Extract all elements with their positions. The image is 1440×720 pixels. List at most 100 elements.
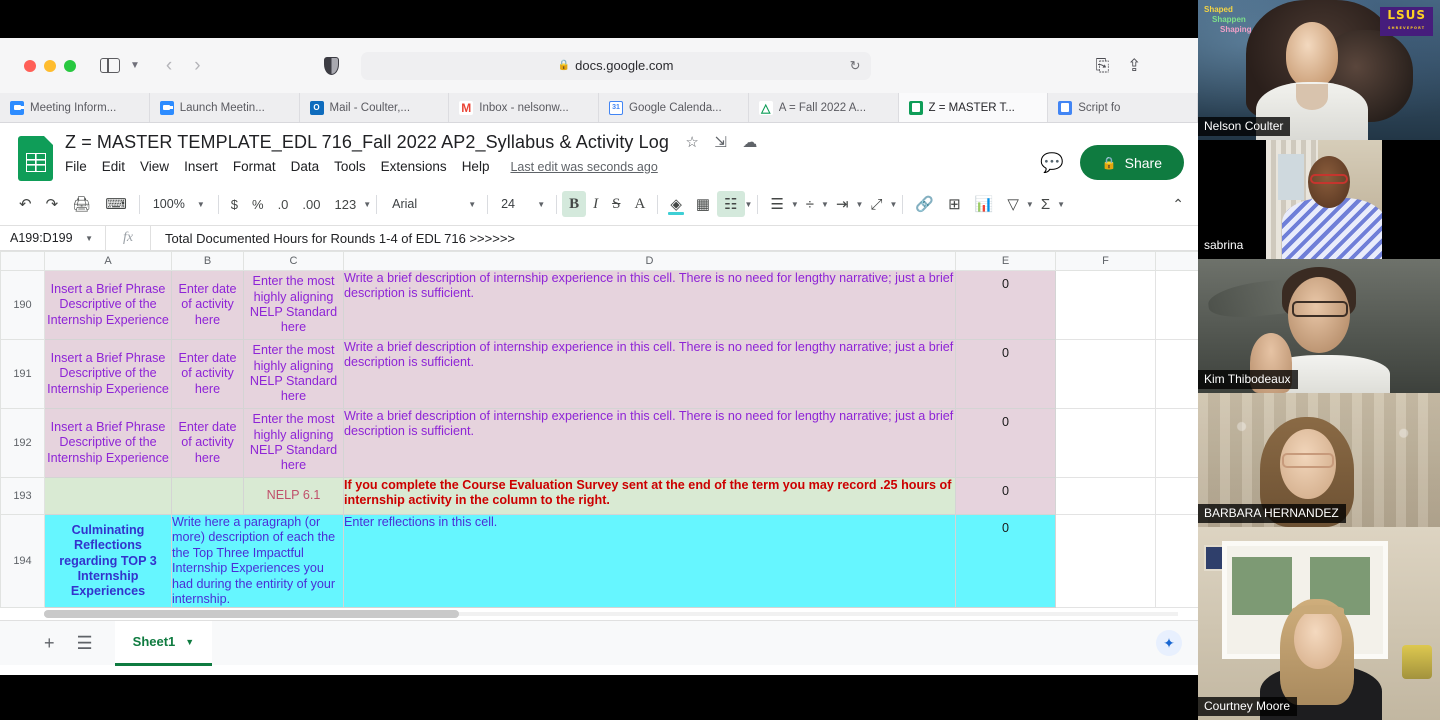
cell-g193[interactable] <box>1155 477 1198 515</box>
font-size-selector[interactable]: 24 ▼ <box>493 197 551 211</box>
merge-cells-icon[interactable]: ☷ <box>717 191 745 217</box>
select-all-corner[interactable] <box>0 251 45 271</box>
cell-f190[interactable] <box>1055 270 1156 340</box>
scrollbar-thumb[interactable] <box>44 610 459 619</box>
minimize-window-button[interactable] <box>44 59 56 72</box>
menu-insert[interactable]: Insert <box>184 159 218 174</box>
increase-decimal-button[interactable]: .00 <box>295 191 327 217</box>
borders-icon[interactable]: ▦ <box>689 191 717 217</box>
insert-chart-icon[interactable]: 📊 <box>968 191 1001 217</box>
functions-icon[interactable]: Σ <box>1034 191 1057 217</box>
filter-icon[interactable]: ▽ <box>1000 191 1026 217</box>
video-tile-nelson-coulter[interactable]: Shaped Shappen Shaping LSUS SHREVEPORT N… <box>1198 0 1440 140</box>
percent-format-button[interactable]: % <box>245 191 271 217</box>
more-formats-button[interactable]: 123 <box>327 191 363 217</box>
italic-button[interactable]: I <box>586 191 605 217</box>
cell-f194[interactable] <box>1055 513 1156 609</box>
text-rotation-icon[interactable]: ⤢ <box>863 191 889 217</box>
chevron-down-icon[interactable]: ▼ <box>856 200 864 209</box>
cell-d193[interactable]: If you complete the Course Evaluation Su… <box>343 477 956 515</box>
cell-f193[interactable] <box>1055 477 1156 515</box>
column-header-d[interactable]: D <box>343 251 956 271</box>
cell-d192[interactable]: Write a brief description of internship … <box>343 408 956 478</box>
page-title[interactable]: Z = MASTER TEMPLATE_EDL 716_Fall 2022 AP… <box>65 132 669 153</box>
collapse-toolbar-icon[interactable]: ⌃ <box>1172 196 1184 213</box>
last-edit-status[interactable]: Last edit was seconds ago <box>510 160 657 174</box>
browser-tab-5[interactable]: △ A = Fall 2022 A... <box>749 93 899 122</box>
browser-tab-7[interactable]: Script fo <box>1048 93 1198 122</box>
cell-d190[interactable]: Write a brief description of internship … <box>343 270 956 340</box>
star-icon[interactable]: ☆ <box>685 134 698 151</box>
row-header-190[interactable]: 190 <box>0 270 45 340</box>
vertical-align-icon[interactable]: ÷ <box>799 191 821 217</box>
video-tile-barbara-hernandez[interactable]: BARBARA HERNANDEZ <box>1198 393 1440 527</box>
cell-f191[interactable] <box>1055 339 1156 409</box>
font-family-selector[interactable]: Arial ▼ <box>382 197 482 211</box>
chevron-down-icon[interactable]: ▼ <box>363 200 371 209</box>
cell-d191[interactable]: Write a brief description of internship … <box>343 339 956 409</box>
sheet-tab-sheet1[interactable]: Sheet1 ▼ <box>114 620 213 666</box>
cell-a191[interactable]: Insert a Brief Phrase Descriptive of the… <box>44 339 172 409</box>
column-header-c[interactable]: C <box>243 251 344 271</box>
browser-tab-2[interactable]: O Mail - Coulter,... <box>300 93 450 122</box>
menu-help[interactable]: Help <box>462 159 490 174</box>
google-sheets-logo-icon[interactable] <box>18 136 53 181</box>
comment-icon[interactable]: 💬 <box>1040 151 1064 175</box>
cell-b193[interactable] <box>171 477 244 515</box>
horizontal-align-icon[interactable]: ☰ <box>763 191 790 217</box>
column-header-f[interactable]: F <box>1055 251 1156 271</box>
cell-c194[interactable]: Enter reflections in this cell. <box>343 513 956 609</box>
download-icon[interactable]: ⎘ <box>1096 56 1110 76</box>
all-sheets-icon[interactable]: ☰ <box>77 633 93 654</box>
insert-link-icon[interactable]: 🔗 <box>908 191 941 217</box>
chevron-down-icon[interactable]: ▼ <box>745 200 753 209</box>
column-header-b[interactable]: B <box>171 251 244 271</box>
browser-tab-3[interactable]: M Inbox - nelsonw... <box>449 93 599 122</box>
cell-b190[interactable]: Enter date of activity here <box>171 270 244 340</box>
chevron-down-icon[interactable]: ▼ <box>1026 200 1034 209</box>
menu-tools[interactable]: Tools <box>334 159 366 174</box>
cell-c190[interactable]: Enter the most highly aligning NELP Stan… <box>243 270 344 340</box>
cell-b191[interactable]: Enter date of activity here <box>171 339 244 409</box>
formula-input[interactable]: Total Documented Hours for Rounds 1-4 of… <box>151 231 515 246</box>
cell-f192[interactable] <box>1055 408 1156 478</box>
back-arrow-icon[interactable]: ‹ <box>158 55 180 77</box>
chevron-down-icon[interactable]: ▼ <box>130 60 140 71</box>
row-header-193[interactable]: 193 <box>0 477 45 515</box>
cell-c193[interactable]: NELP 6.1 <box>243 477 344 515</box>
chevron-down-icon[interactable]: ▼ <box>185 637 194 647</box>
cell-g192[interactable] <box>1155 408 1198 478</box>
column-header-a[interactable]: A <box>44 251 172 271</box>
currency-format-button[interactable]: $ <box>224 191 245 217</box>
row-header-194[interactable]: 194 <box>0 513 45 609</box>
explore-icon[interactable]: ✦ <box>1156 630 1182 657</box>
cell-e190[interactable]: 0 <box>955 270 1056 340</box>
column-header-g[interactable] <box>1155 251 1198 271</box>
menu-data[interactable]: Data <box>291 159 320 174</box>
forward-arrow-icon[interactable]: › <box>186 55 208 77</box>
menu-format[interactable]: Format <box>233 159 276 174</box>
browser-tab-4[interactable]: 31 Google Calenda... <box>599 93 749 122</box>
menu-extensions[interactable]: Extensions <box>381 159 447 174</box>
fx-icon[interactable]: fx <box>105 226 151 250</box>
decrease-decimal-button[interactable]: .0 <box>271 191 296 217</box>
cell-g191[interactable] <box>1155 339 1198 409</box>
privacy-shield-icon[interactable] <box>323 56 339 75</box>
browser-tab-0[interactable]: Meeting Inform... <box>0 93 150 122</box>
menu-edit[interactable]: Edit <box>102 159 125 174</box>
insert-comment-icon[interactable]: ⊞ <box>941 191 968 217</box>
video-tile-courtney-moore[interactable]: Courtney Moore <box>1198 527 1440 720</box>
cell-a192[interactable]: Insert a Brief Phrase Descriptive of the… <box>44 408 172 478</box>
cell-a194[interactable]: Culminating Reflections regarding TOP 3 … <box>44 513 172 609</box>
cell-c192[interactable]: Enter the most highly aligning NELP Stan… <box>243 408 344 478</box>
paint-format-icon[interactable]: ⌨ <box>98 191 134 217</box>
window-controls[interactable] <box>24 59 76 72</box>
share-button[interactable]: 🔒 Share <box>1079 145 1184 180</box>
undo-icon[interactable]: ↶ <box>12 191 39 217</box>
cell-e193[interactable]: 0 <box>955 477 1056 515</box>
cloud-saved-icon[interactable]: ☁ <box>742 134 757 151</box>
row-header-192[interactable]: 192 <box>0 408 45 478</box>
video-tile-kim-thibodeaux[interactable]: Kim Thibodeaux <box>1198 259 1440 393</box>
bold-button[interactable]: B <box>562 191 587 217</box>
redo-icon[interactable]: ↷ <box>39 191 66 217</box>
